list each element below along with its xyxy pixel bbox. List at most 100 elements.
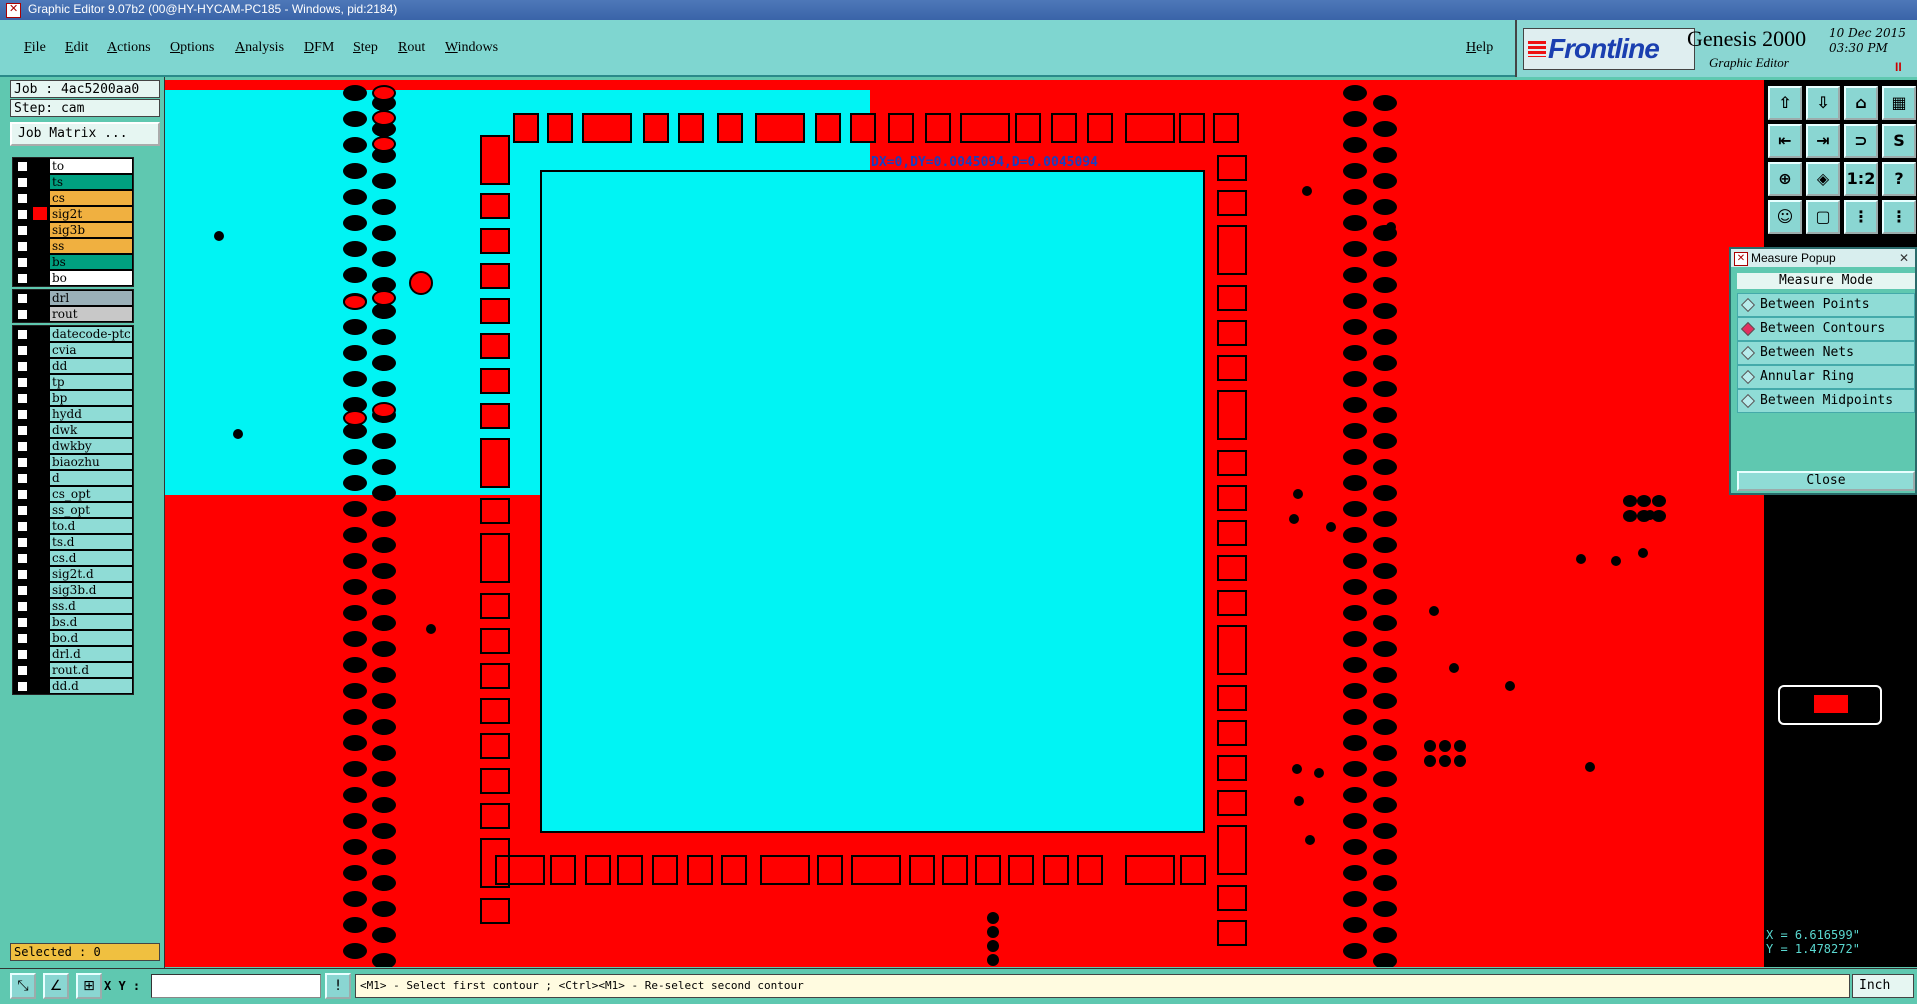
alert-icon[interactable]: ! [325, 973, 351, 999]
layer-color-swatch[interactable] [33, 583, 47, 596]
layer-checkbox[interactable] [17, 489, 28, 500]
tool-button[interactable]: ⊃ [1844, 124, 1878, 158]
layer-name[interactable]: to [50, 159, 132, 173]
layer-row[interactable]: rout [13, 306, 133, 322]
layer-color-swatch[interactable] [33, 159, 47, 172]
layer-color-swatch[interactable] [33, 455, 47, 468]
xy-input[interactable] [151, 974, 321, 998]
layer-row[interactable]: drl.d [13, 646, 133, 662]
layer-row[interactable]: bp [13, 390, 133, 406]
layer-checkbox[interactable] [17, 393, 28, 404]
tool-button[interactable]: ⌂ [1844, 86, 1878, 120]
measure-option[interactable]: Between Midpoints [1737, 389, 1915, 413]
layer-name[interactable]: rout [50, 307, 132, 321]
layer-name[interactable]: bo [50, 271, 132, 285]
tool-button[interactable]: 1:2 [1844, 162, 1878, 196]
job-matrix-button[interactable]: Job Matrix ... [10, 122, 160, 146]
layer-checkbox[interactable] [17, 361, 28, 372]
layer-name[interactable]: drl.d [50, 647, 132, 661]
layer-color-swatch[interactable] [33, 239, 47, 252]
tool-button[interactable]: ◈ [1806, 162, 1840, 196]
layer-row[interactable]: dd [13, 358, 133, 374]
layer-row[interactable]: bs.d [13, 614, 133, 630]
layer-name[interactable]: bs [50, 255, 132, 269]
layer-color-swatch[interactable] [33, 631, 47, 644]
layer-color-swatch[interactable] [33, 423, 47, 436]
tool-button[interactable]: ▦ [1882, 86, 1916, 120]
layer-name[interactable]: bp [50, 391, 132, 405]
layer-row[interactable]: drl [13, 290, 133, 306]
layer-color-swatch[interactable] [33, 207, 47, 220]
menu-actions[interactable]: Actions [107, 40, 151, 56]
layer-color-swatch[interactable] [33, 343, 47, 356]
layer-color-swatch[interactable] [33, 615, 47, 628]
layer-row[interactable]: dwkby [13, 438, 133, 454]
layer-row[interactable]: cvia [13, 342, 133, 358]
menu-windows[interactable]: Windows [445, 40, 498, 56]
layer-name[interactable]: dd.d [50, 679, 132, 693]
menu-options[interactable]: Options [170, 40, 214, 56]
popup-close-icon[interactable]: ✕ [1899, 249, 1909, 267]
layer-color-swatch[interactable] [33, 391, 47, 404]
menu-analysis[interactable]: Analysis [235, 40, 284, 56]
layer-color-swatch[interactable] [33, 407, 47, 420]
layer-checkbox[interactable] [17, 377, 28, 388]
layer-checkbox[interactable] [17, 273, 28, 284]
tool-button[interactable]: ▢ [1806, 200, 1840, 234]
layer-name[interactable]: dwk [50, 423, 132, 437]
layer-checkbox[interactable] [17, 601, 28, 612]
menu-step[interactable]: Step [353, 40, 378, 56]
layer-color-swatch[interactable] [33, 175, 47, 188]
layer-name[interactable]: drl [50, 291, 132, 305]
zoom-tool-icon[interactable]: ⤡ [10, 973, 36, 999]
layer-checkbox[interactable] [17, 345, 28, 356]
layer-checkbox[interactable] [17, 585, 28, 596]
snap-tool-icon[interactable]: ∠ [43, 973, 69, 999]
layer-color-swatch[interactable] [33, 519, 47, 532]
layer-checkbox[interactable] [17, 569, 28, 580]
tool-button[interactable]: ⇧ [1768, 86, 1802, 120]
layer-checkbox[interactable] [17, 441, 28, 452]
layer-row[interactable]: sig2t [13, 206, 133, 222]
layer-color-swatch[interactable] [33, 439, 47, 452]
measure-option[interactable]: Between Nets [1737, 341, 1915, 365]
layer-row[interactable]: ts [13, 174, 133, 190]
layer-row[interactable]: cs.d [13, 550, 133, 566]
layer-color-swatch[interactable] [33, 503, 47, 516]
layer-checkbox[interactable] [17, 425, 28, 436]
layer-color-swatch[interactable] [33, 599, 47, 612]
layer-name[interactable]: bo.d [50, 631, 132, 645]
layer-name[interactable]: d [50, 471, 132, 485]
units-selector[interactable]: Inch [1852, 974, 1914, 998]
layer-checkbox[interactable] [17, 257, 28, 268]
layer-name[interactable]: rout.d [50, 663, 132, 677]
layer-row[interactable]: to [13, 158, 133, 174]
layer-name[interactable]: sig3b.d [50, 583, 132, 597]
layer-row[interactable]: tp [13, 374, 133, 390]
layer-name[interactable]: dwkby [50, 439, 132, 453]
layer-row[interactable]: biaozhu [13, 454, 133, 470]
layer-color-swatch[interactable] [33, 223, 47, 236]
tool-button[interactable]: ⋮ [1882, 200, 1916, 234]
layer-checkbox[interactable] [17, 225, 28, 236]
layer-checkbox[interactable] [17, 505, 28, 516]
layer-row[interactable]: ss_opt [13, 502, 133, 518]
menu-help[interactable]: Help [1466, 40, 1493, 56]
tool-button[interactable]: ⇩ [1806, 86, 1840, 120]
pause-icon[interactable]: II [1895, 60, 1902, 74]
layer-name[interactable]: cs.d [50, 551, 132, 565]
layer-name[interactable]: cs [50, 191, 132, 205]
tool-button[interactable]: ☺ [1768, 200, 1802, 234]
layer-color-swatch[interactable] [33, 307, 47, 320]
layer-row[interactable]: sig3b [13, 222, 133, 238]
layer-row[interactable]: sig3b.d [13, 582, 133, 598]
measure-option[interactable]: Annular Ring [1737, 365, 1915, 389]
layer-checkbox[interactable] [17, 241, 28, 252]
layer-row[interactable]: ss.d [13, 598, 133, 614]
layer-row[interactable]: ss [13, 238, 133, 254]
layer-name[interactable]: sig2t [50, 207, 132, 221]
layer-row[interactable]: datecode-ptc [13, 326, 133, 342]
layer-color-swatch[interactable] [33, 327, 47, 340]
layer-row[interactable]: bs [13, 254, 133, 270]
layer-checkbox[interactable] [17, 521, 28, 532]
